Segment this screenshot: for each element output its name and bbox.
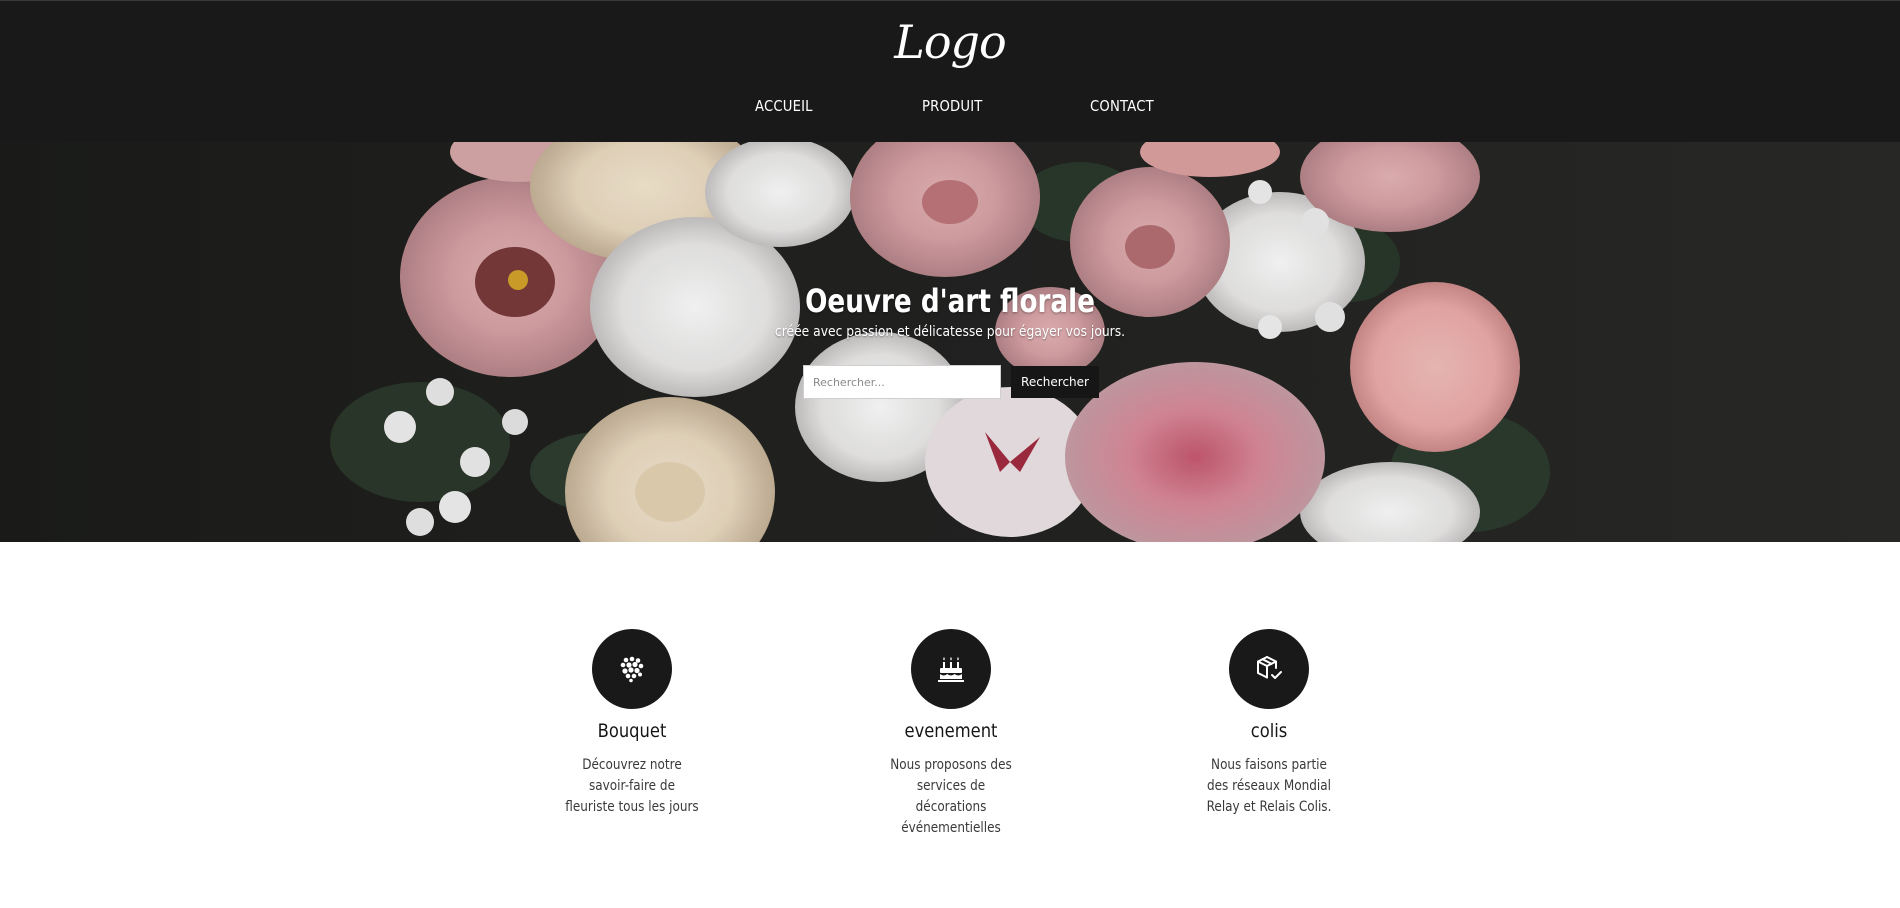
feature-icon-circle bbox=[1229, 629, 1309, 709]
feature-title: colis bbox=[1250, 720, 1288, 742]
feature-title: evenement bbox=[904, 720, 998, 742]
hero-subtitle: créée avec passion et délicatesse pour é… bbox=[774, 324, 1126, 340]
site-header: Logo ACCUEIL PRODUIT CONTACT bbox=[0, 0, 1900, 142]
feature-description: Nous proposons des services de décoratio… bbox=[890, 757, 1012, 836]
cake-icon bbox=[938, 657, 964, 682]
site-logo[interactable]: Logo bbox=[0, 15, 1900, 69]
feature-bouquet: Bouquet Découvrez notre savoir-faire de … bbox=[532, 629, 732, 818]
hero-banner: Oeuvre d'art florale créée avec passion … bbox=[0, 142, 1900, 542]
hero-title: Oeuvre d'art florale bbox=[805, 282, 1095, 320]
feature-icon-circle bbox=[911, 629, 991, 709]
feature-description: Découvrez notre savoir-faire de fleurist… bbox=[565, 757, 699, 815]
flowers-background-image bbox=[0, 142, 1900, 542]
bouquet-icon bbox=[620, 656, 644, 683]
package-check-icon bbox=[1257, 656, 1282, 679]
feature-icon-circle bbox=[592, 629, 672, 709]
feature-title: Bouquet bbox=[597, 720, 667, 742]
nav-item-accueil[interactable]: ACCUEIL bbox=[755, 97, 813, 115]
nav-item-produit[interactable]: PRODUIT bbox=[922, 97, 983, 115]
search-button[interactable]: Rechercher bbox=[1011, 366, 1099, 398]
feature-colis: colis Nous faisons partie des réseaux Mo… bbox=[1169, 629, 1369, 818]
feature-description: Nous faisons partie des réseaux Mondial … bbox=[1206, 757, 1332, 815]
search-input[interactable] bbox=[803, 365, 1001, 399]
nav-item-contact[interactable]: CONTACT bbox=[1090, 97, 1154, 115]
feature-evenement: evenement Nous proposons des services de… bbox=[851, 629, 1051, 839]
